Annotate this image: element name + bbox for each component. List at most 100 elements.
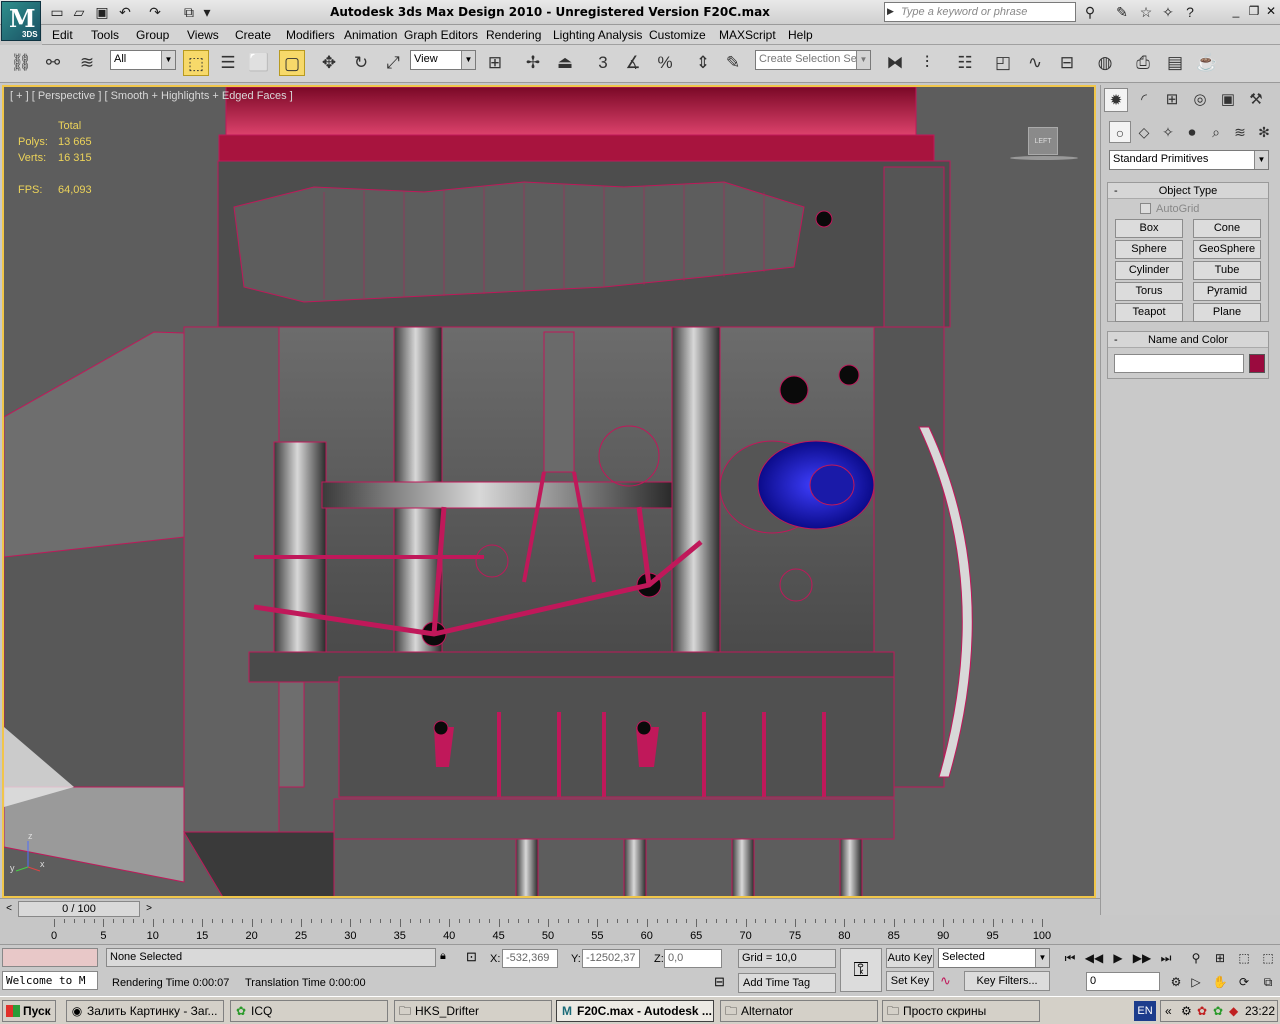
viewcube-ring[interactable] [1010,156,1078,160]
minimize-icon[interactable]: _ [1228,4,1244,20]
systems-category-icon[interactable]: ✻ [1253,121,1275,143]
edit-named-selection-icon[interactable]: ✎ [720,50,746,76]
hierarchy-panel-tab-icon[interactable]: ⊞ [1160,88,1184,112]
time-configuration-icon[interactable]: ⚙ [1166,972,1186,992]
bind-to-space-warp-icon[interactable]: ≋ [74,50,100,76]
menu-item-lighting-analysis[interactable]: Lighting Analysis [553,28,642,42]
select-manipulate-icon[interactable]: ✢ [520,50,546,76]
time-slider[interactable]: 0 / 100 [18,901,140,917]
material-editor-icon[interactable]: ◍ [1092,50,1118,76]
create-panel-tab-icon[interactable]: ✹ [1104,88,1128,112]
go-to-end-icon[interactable]: ⏭ [1156,948,1176,968]
menu-item-group[interactable]: Group [136,28,169,42]
menu-item-create[interactable]: Create [235,28,271,42]
project-folder-icon[interactable]: ⧉ [180,3,198,21]
favorites-star-icon[interactable]: ☆ [1136,3,1156,21]
new-file-icon[interactable]: ▭ [48,3,66,21]
pivot-center-icon[interactable]: ⊞ [482,50,508,76]
mirror-icon[interactable]: ⧓ [882,50,908,76]
perspective-viewport[interactable]: [ + ] [ Perspective ] [ Smooth + Highlig… [2,85,1096,898]
save-file-icon[interactable]: ▣ [93,3,111,21]
taskbar-item-firefox[interactable]: ◉ Залить Картинку - Заг... [66,1000,224,1022]
utilities-panel-tab-icon[interactable]: ⚒ [1244,88,1268,112]
go-to-start-icon[interactable]: ⏮ [1060,948,1080,968]
quick-access-dropdown-icon[interactable]: ▾ [200,3,214,21]
object-name-input[interactable] [1114,354,1244,373]
select-object-icon[interactable]: ⬚ [183,50,209,76]
field-of-view-icon[interactable]: ▷ [1186,972,1206,992]
menu-item-help[interactable]: Help [788,28,813,42]
geometry-category-icon[interactable]: ○ [1109,121,1131,143]
favorites-icon[interactable]: ✧ [1158,3,1178,21]
angle-snap-icon[interactable]: ∡ [620,50,646,76]
helpers-category-icon[interactable]: ⌕ [1205,121,1227,143]
tray-network-icon[interactable]: ⚙ [1181,1001,1192,1021]
window-crossing-icon[interactable]: ▢ [279,50,305,76]
redo-icon[interactable]: ↷ [146,3,164,21]
time-tag-icon[interactable]: ⊟ [714,974,732,992]
rendered-frame-window-icon[interactable]: ▤ [1162,50,1188,76]
start-button[interactable]: Пуск [2,1000,56,1022]
align-icon[interactable]: ⫶ [914,50,940,76]
object-color-swatch[interactable] [1249,354,1265,373]
previous-frame-icon[interactable]: ◀◀ [1084,948,1104,968]
menu-item-maxscript[interactable]: MAXScript [719,28,776,42]
reference-coordinate-dropdown[interactable]: View ▼ [410,50,476,70]
zoom-all-icon[interactable]: ⊞ [1210,948,1230,968]
schematic-view-icon[interactable]: ⊟ [1054,50,1080,76]
graphite-modeling-icon[interactable]: ◰ [990,50,1016,76]
space-warps-category-icon[interactable]: ≋ [1229,121,1251,143]
selection-filter-dropdown[interactable]: All ▼ [110,50,176,70]
absolute-mode-icon[interactable]: ⊡ [466,949,484,967]
menu-item-edit[interactable]: Edit [52,28,73,42]
unlink-icon[interactable]: ⚯ [40,50,66,76]
cylinder-button[interactable]: Cylinder [1115,261,1183,280]
name-and-color-header[interactable]: - Name and Color [1108,332,1268,348]
torus-button[interactable]: Torus [1115,282,1183,301]
lock-selection-icon[interactable]: 🔒︎ [440,950,454,966]
modify-panel-tab-icon[interactable]: ◜ [1132,88,1156,112]
pan-view-icon[interactable]: ✋ [1210,972,1230,992]
select-by-name-icon[interactable]: ☰ [215,50,241,76]
tray-icq-icon[interactable]: ✿ [1213,1001,1223,1021]
application-menu-button[interactable]: M 3DS [1,1,41,41]
viewcube[interactable]: LEFT [1010,127,1078,163]
box-button[interactable]: Box [1115,219,1183,238]
key-filters-button[interactable]: Key Filters... [964,971,1050,991]
pyramid-button[interactable]: Pyramid [1193,282,1261,301]
tray-expand-icon[interactable]: « [1165,1001,1172,1021]
infocenter-search-input[interactable]: ▶ Type a keyword or phrase [884,2,1076,22]
menu-item-views[interactable]: Views [187,28,219,42]
viewcube-face[interactable]: LEFT [1028,127,1058,155]
key-mode-dropdown[interactable]: Selected ▼ [938,948,1050,968]
auto-key-button[interactable]: Auto Key [886,948,934,968]
lights-category-icon[interactable]: ✧ [1157,121,1179,143]
time-next-icon[interactable]: > [142,901,156,917]
y-coordinate-field[interactable]: -12502,37 [582,949,640,968]
shapes-category-icon[interactable]: ◇ [1133,121,1155,143]
menu-item-tools[interactable]: Tools [91,28,119,42]
tray-app-icon[interactable]: ◆ [1229,1001,1238,1021]
taskbar-item-alternator[interactable]: 🗀︎ Alternator [720,1000,878,1022]
percent-snap-icon[interactable]: % [652,50,678,76]
help-icon[interactable]: ? [1180,3,1200,21]
curve-editor-icon[interactable]: ∿ [1022,50,1048,76]
zoom-extents-icon[interactable]: ⬚ [1234,948,1254,968]
cameras-category-icon[interactable]: ⏺ [1181,121,1203,143]
render-setup-icon[interactable]: ⎙ [1130,50,1156,76]
close-icon[interactable]: ✕ [1263,4,1279,20]
track-bar[interactable]: 0 5 10 15 20 25 30 35 40 45 50 55 60 65 70 75 80 85 90 95 10… [0,918,1100,944]
menu-item-modifiers[interactable]: Modifiers [286,28,335,42]
default-tangents-icon[interactable]: ∿ [940,973,960,993]
maximize-viewport-icon[interactable]: ⧉ [1258,972,1278,992]
time-prev-icon[interactable]: < [2,901,16,917]
search-arrow-icon[interactable]: ▶ [887,6,894,17]
menu-item-customize[interactable]: Customize [649,28,706,42]
maxscript-mini-listener[interactable]: Welcome to M [2,971,98,990]
maxscript-mini-listener-top[interactable] [2,948,98,967]
plane-button[interactable]: Plane [1193,303,1261,322]
select-and-scale-icon[interactable]: ⤢ [380,50,406,76]
rectangular-selection-icon[interactable]: ⬜ [246,50,272,76]
select-and-link-icon[interactable]: ⛓ [8,50,34,76]
current-frame-field[interactable]: 0 [1086,972,1160,991]
